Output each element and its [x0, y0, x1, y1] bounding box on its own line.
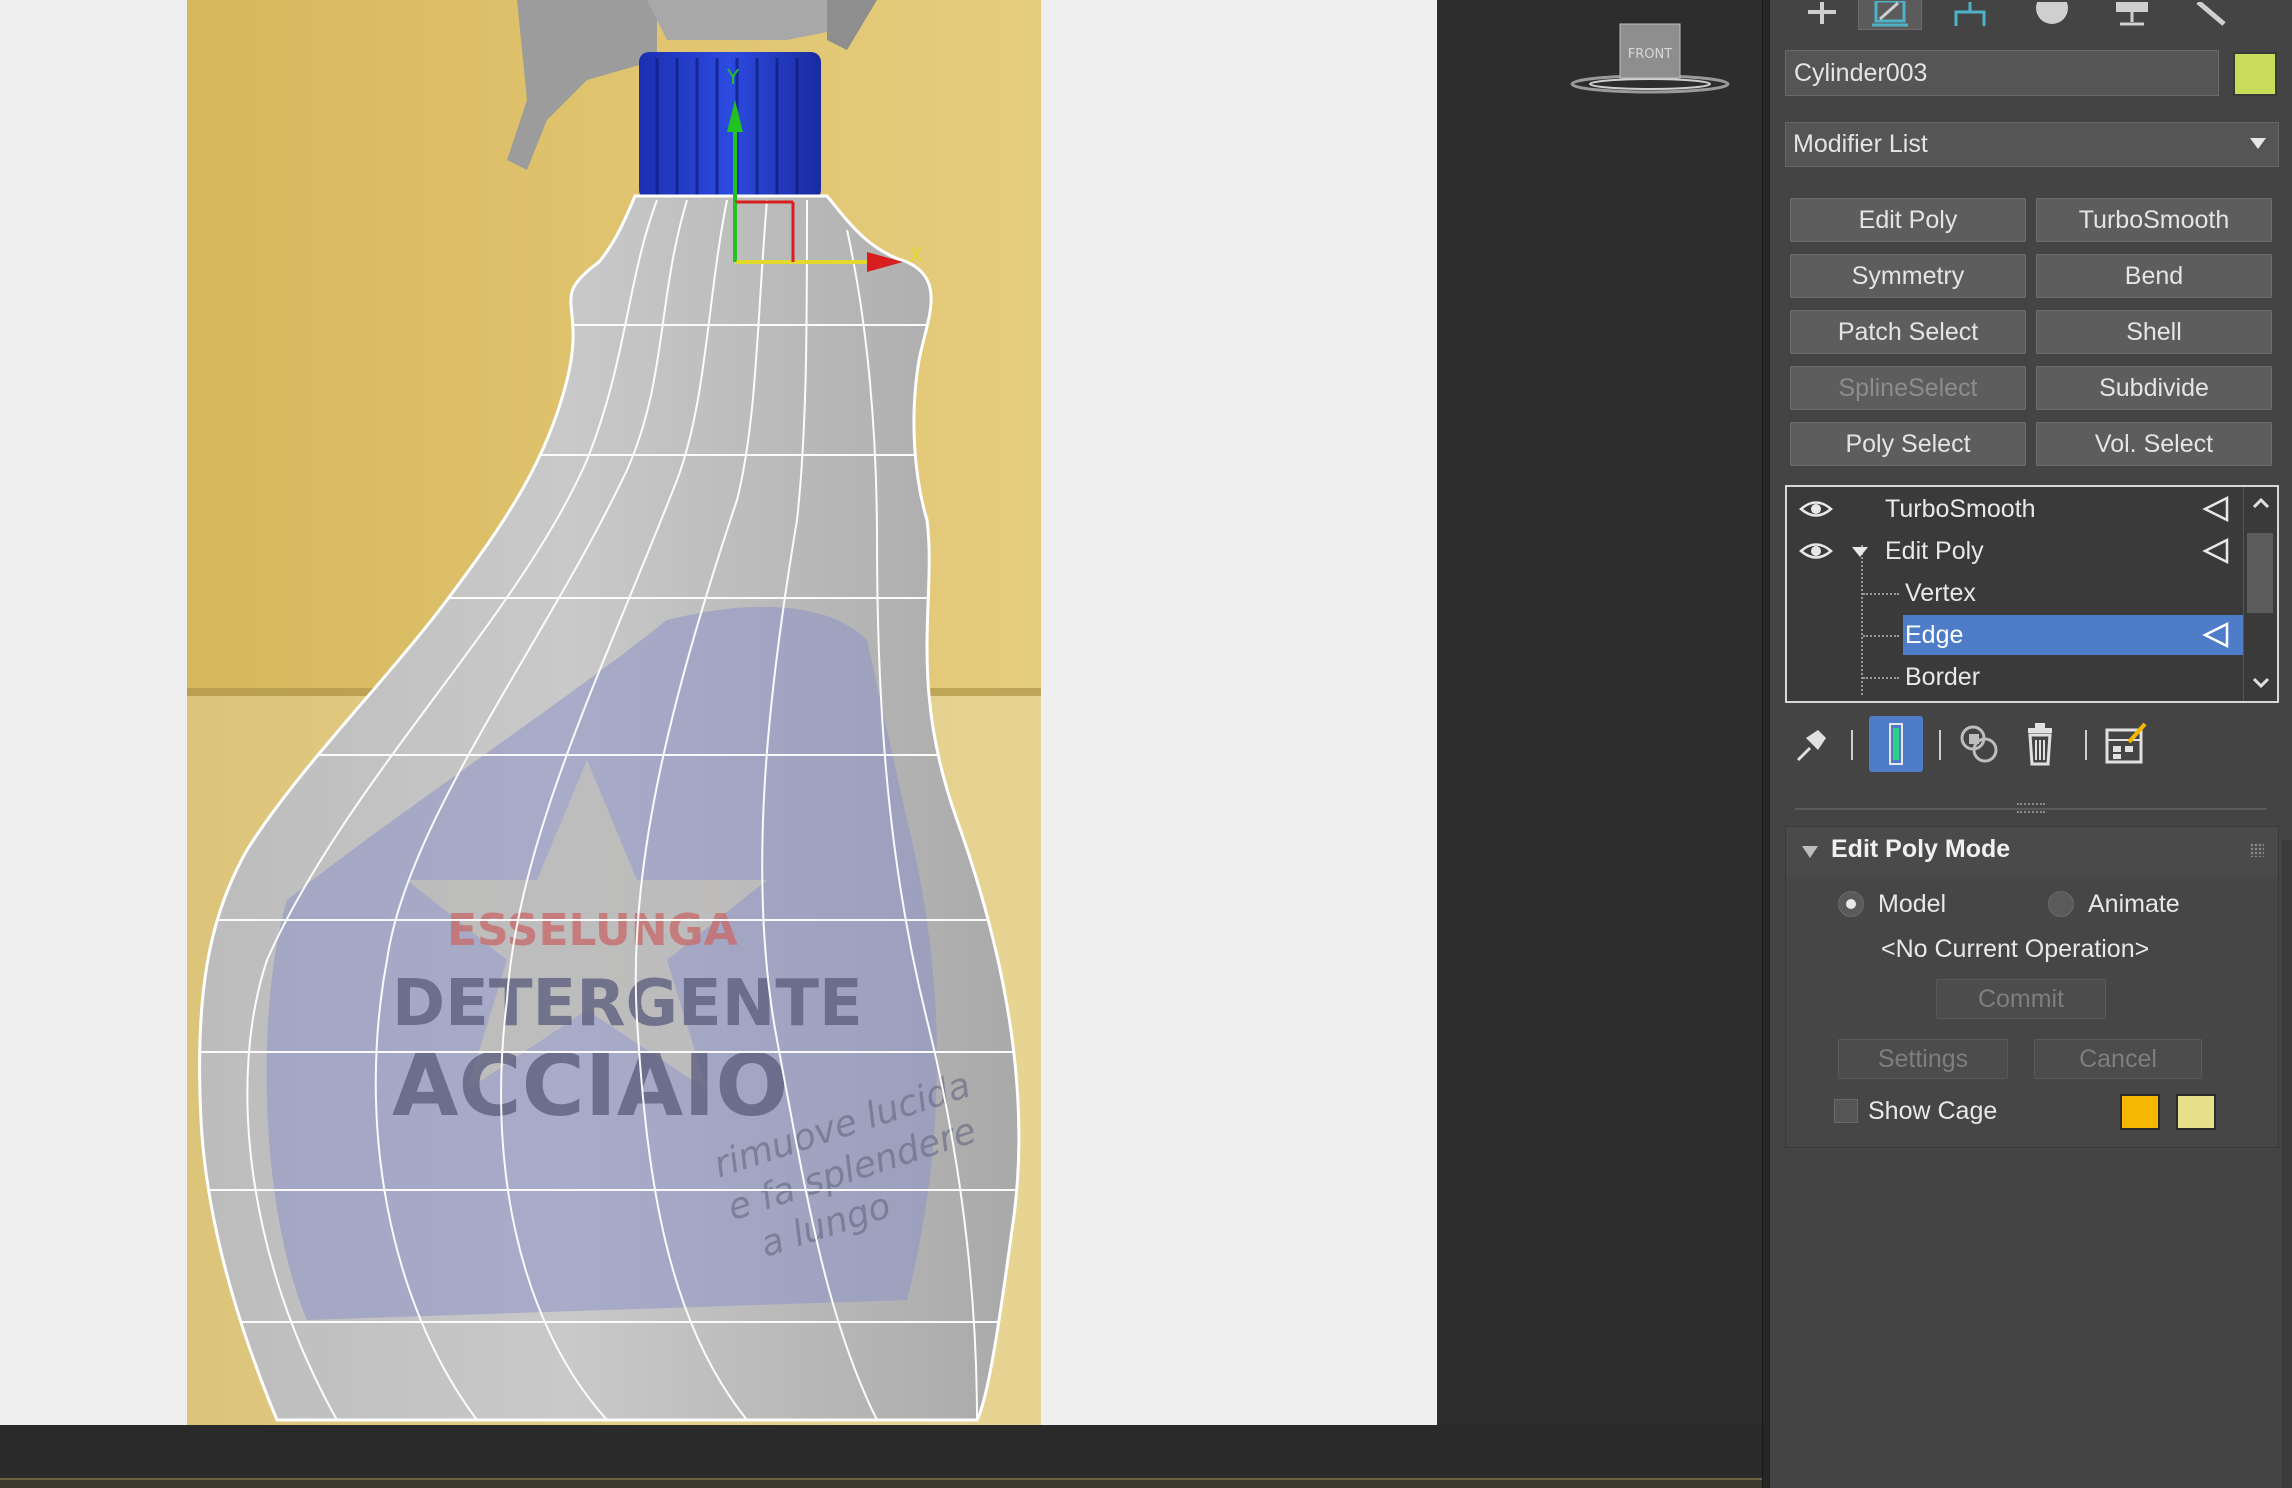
show-cage-checkbox[interactable]: [1834, 1099, 1858, 1123]
remove-modifier-icon[interactable]: [2013, 716, 2067, 772]
dropdown-arrow-icon: [2250, 138, 2266, 149]
rollout-header[interactable]: Edit Poly Mode: [1786, 827, 2278, 877]
rollout-grip-icon[interactable]: [2250, 843, 2264, 857]
stack-subitem-border[interactable]: Border: [1787, 657, 2243, 697]
show-in-viewport-triangle-icon[interactable]: [2201, 496, 2229, 522]
modifier-list-label: Modifier List: [1793, 130, 1928, 158]
make-unique-icon[interactable]: [1953, 716, 2007, 772]
viewcube-face-label: FRONT: [1628, 47, 1672, 62]
modifier-button-symmetry[interactable]: Symmetry: [1790, 254, 2026, 298]
photo-brand-text: ESSELUNGA: [447, 905, 738, 956]
gizmo-x-label: X: [909, 243, 923, 267]
cage-color-swatch[interactable]: [2120, 1094, 2160, 1130]
modify-tab-icon[interactable]: [1858, 0, 1922, 30]
modifier-button-patch-select[interactable]: Patch Select: [1790, 310, 2026, 354]
stack-subitem-label: Border: [1905, 663, 1981, 691]
modifier-button-turbosmooth[interactable]: TurboSmooth: [2036, 198, 2272, 242]
expand-triangle-icon[interactable]: [1851, 546, 1869, 558]
stack-item-label: TurboSmooth: [1885, 495, 2036, 523]
settings-button[interactable]: Settings: [1838, 1039, 2008, 1079]
motion-tab-icon[interactable]: [2020, 0, 2084, 30]
stack-tree-dash: [1863, 677, 1899, 679]
stack-item-label: Edit Poly: [1885, 537, 1984, 565]
model-radio[interactable]: [1838, 891, 1864, 917]
cage-selected-color-swatch[interactable]: [2176, 1094, 2216, 1130]
stack-item-edit-poly[interactable]: Edit Poly: [1787, 531, 2243, 571]
viewport-active-border: [0, 1478, 1762, 1488]
modifier-button-bend[interactable]: Bend: [2036, 254, 2272, 298]
stack-subitem-vertex[interactable]: Vertex: [1787, 573, 2243, 613]
scrollbar-thumb[interactable]: [2247, 533, 2273, 613]
show-in-viewport-triangle-icon[interactable]: [2201, 538, 2229, 564]
current-operation-text: <No Current Operation>: [1881, 935, 2150, 963]
commit-button[interactable]: Commit: [1936, 979, 2106, 1019]
model-radio-label: Model: [1878, 890, 1947, 918]
animate-radio[interactable]: [2048, 891, 2074, 917]
scroll-up-icon[interactable]: [2252, 497, 2270, 509]
viewport-bottom-bar: [0, 1425, 1762, 1478]
show-end-result-icon[interactable]: [1869, 716, 1923, 772]
modifier-button-subdivide[interactable]: Subdivide: [2036, 366, 2272, 410]
modifier-stack-toolbar: [1785, 712, 2279, 778]
divider-grip-icon[interactable]: [2017, 803, 2045, 813]
configure-modifier-sets-icon[interactable]: [2099, 716, 2153, 772]
show-in-viewport-triangle-icon[interactable]: [2201, 622, 2229, 648]
command-panel-scrollbar[interactable]: [2282, 840, 2292, 1488]
hierarchy-tab-icon[interactable]: [1938, 0, 2002, 30]
animate-radio-label: Animate: [2088, 890, 2180, 918]
modifier-button-shell[interactable]: Shell: [2036, 310, 2272, 354]
stack-subitem-edge[interactable]: Edge: [1903, 615, 2243, 655]
object-color-swatch[interactable]: [2233, 52, 2277, 96]
command-panel-tabs: [1770, 0, 2292, 30]
scroll-down-icon[interactable]: [2252, 677, 2270, 689]
modifier-list-dropdown[interactable]: Modifier List: [1785, 122, 2279, 167]
edit-poly-mode-rollout: Edit Poly Mode Model Animate <No Current…: [1785, 826, 2279, 1148]
modifier-button-vol-select[interactable]: Vol. Select: [2036, 422, 2272, 466]
rollout-title: Edit Poly Mode: [1831, 835, 2011, 863]
toolbar-separator: [1851, 730, 1853, 760]
create-tab-icon[interactable]: [1790, 0, 1854, 30]
visibility-eye-icon[interactable]: [1799, 540, 1833, 562]
modifier-button-poly-select[interactable]: Poly Select: [1790, 422, 2026, 466]
panel-splitter[interactable]: [1762, 0, 1770, 1488]
collapse-caret-icon[interactable]: [1802, 846, 1818, 858]
stack-tree-dash: [1863, 593, 1899, 595]
modifier-stack[interactable]: TurboSmooth Edit Poly Vertex Edge Border: [1785, 485, 2279, 703]
display-tab-icon[interactable]: [2100, 0, 2164, 30]
pin-stack-icon[interactable]: [1785, 716, 1839, 772]
photo-product-text-1: DETERGENTE: [392, 967, 863, 1041]
reference-photo-plane: ESSELUNGA DETERGENTE ACCIAIO rimuove luc…: [187, 0, 1041, 1425]
command-panel: Cylinder003 Modifier List Edit Poly Turb…: [1770, 0, 2292, 1488]
toolbar-separator: [2085, 730, 2087, 760]
cancel-button[interactable]: Cancel: [2034, 1039, 2202, 1079]
stack-scrollbar[interactable]: [2243, 487, 2277, 701]
toolbar-separator: [1939, 730, 1941, 760]
stack-tree-dash: [1863, 635, 1899, 637]
stack-item-turbosmooth[interactable]: TurboSmooth: [1787, 489, 2243, 529]
stack-subitem-label: Vertex: [1905, 579, 1976, 607]
show-cage-label: Show Cage: [1868, 1097, 1998, 1125]
utilities-tab-icon[interactable]: [2180, 0, 2244, 30]
visibility-eye-icon[interactable]: [1799, 498, 1833, 520]
gizmo-y-label: Y: [726, 65, 740, 89]
perspective-viewport[interactable]: ESSELUNGA DETERGENTE ACCIAIO rimuove luc…: [0, 0, 1762, 1488]
modifier-button-edit-poly[interactable]: Edit Poly: [1790, 198, 2026, 242]
viewport-canvas[interactable]: ESSELUNGA DETERGENTE ACCIAIO rimuove luc…: [0, 0, 1437, 1425]
object-name-field[interactable]: Cylinder003: [1785, 50, 2219, 96]
stack-subitem-label: Edge: [1905, 621, 1964, 649]
modifier-button-splineselect[interactable]: SplineSelect: [1790, 366, 2026, 410]
viewcube[interactable]: FRONT: [1565, 18, 1735, 103]
